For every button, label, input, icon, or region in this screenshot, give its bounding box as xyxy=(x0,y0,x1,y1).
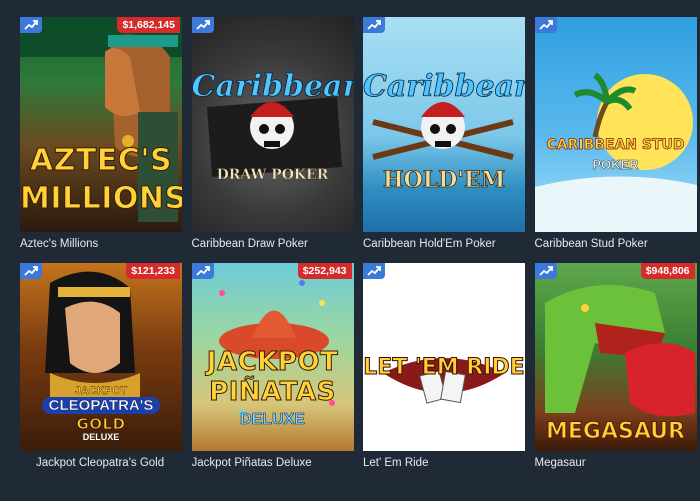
game-title[interactable]: Aztec's Millions xyxy=(20,238,182,250)
game-card-aztecs-millions[interactable]: $1,682,145 AZTEC'S MILLIONS Aztec's Mill… xyxy=(20,17,182,263)
game-card-jackpot-pinatas-deluxe[interactable]: $252,943 JACKPOT PIÑATAS DELUXE Jackpot … xyxy=(191,263,354,501)
game-thumbnail[interactable]: $121,233 JACKPOT CLEOPATRA'S GOLD DELUXE xyxy=(20,263,182,451)
jackpot-badge: $948,806 xyxy=(640,263,695,279)
game-card-megasaur[interactable]: $948,806 MEGASAUR Megasaur xyxy=(534,263,697,501)
art-title-line2: CLEOPATRA'S xyxy=(42,397,160,414)
game-card-caribbean-holdem-poker[interactable]: Caribbean HOLD'EM Caribbean Hold'Em Poke… xyxy=(363,17,525,263)
game-title[interactable]: Megasaur xyxy=(535,457,697,469)
art-title-line2: HOLD'EM xyxy=(382,167,506,194)
trending-up-icon xyxy=(534,263,557,279)
art-title-line1: CARIBBEAN STUD xyxy=(546,137,685,154)
game-thumbnail[interactable]: $252,943 JACKPOT PIÑATAS DELUXE xyxy=(191,263,354,451)
game-thumbnail[interactable]: $948,806 MEGASAUR xyxy=(534,263,697,451)
trending-up-icon xyxy=(191,17,214,33)
art-title-line3: GOLD xyxy=(76,415,126,434)
game-title[interactable]: Let' Em Ride xyxy=(363,457,525,469)
game-title[interactable]: Caribbean Stud Poker xyxy=(535,238,697,250)
art-title-line1: AZTEC'S xyxy=(29,143,173,178)
art-title-line4: DELUXE xyxy=(82,432,120,442)
art-title-line1: Caribbean xyxy=(191,69,354,105)
trending-up-icon xyxy=(191,263,214,279)
art-title-line1: MEGASAUR xyxy=(545,419,685,445)
trending-up-icon xyxy=(534,17,557,33)
jackpot-badge: $1,682,145 xyxy=(117,17,180,33)
game-card-let-em-ride[interactable]: LET 'EM RIDE Let' Em Ride xyxy=(363,263,525,501)
art-title-line1: Caribbean xyxy=(363,69,525,105)
art-title-line1: JACKPOT xyxy=(206,347,339,378)
game-title[interactable]: Jackpot Cleopatra's Gold xyxy=(20,457,182,469)
art-title-line1: JACKPOT xyxy=(74,385,128,397)
art-title-line3: DELUXE xyxy=(240,411,306,429)
pirate-skull-illustration xyxy=(206,97,342,177)
art-title-line2: MILLIONS xyxy=(20,181,182,216)
art-title-line2: POKER xyxy=(592,157,639,173)
game-card-jackpot-cleopatras-gold[interactable]: $121,233 JACKPOT CLEOPATRA'S GOLD DELUXE… xyxy=(20,263,182,501)
game-thumbnail[interactable]: Caribbean DRAW POKER xyxy=(191,17,354,232)
art-title-line2: PIÑATAS xyxy=(209,377,336,408)
game-thumbnail[interactable]: $1,682,145 AZTEC'S MILLIONS xyxy=(20,17,182,232)
game-thumbnail[interactable]: CARIBBEAN STUD POKER xyxy=(534,17,697,232)
game-thumbnail[interactable]: Caribbean HOLD'EM xyxy=(363,17,525,232)
game-card-caribbean-draw-poker[interactable]: Caribbean DRAW POKER Caribbean Draw Poke… xyxy=(191,17,354,263)
game-card-caribbean-stud-poker[interactable]: CARIBBEAN STUD POKER Caribbean Stud Poke… xyxy=(534,17,697,263)
game-title[interactable]: Jackpot Piñatas Deluxe xyxy=(192,457,354,469)
trending-up-icon xyxy=(20,17,42,33)
game-thumbnail[interactable]: LET 'EM RIDE xyxy=(363,263,525,451)
jackpot-badge: $121,233 xyxy=(126,263,180,279)
art-title-line1: LET 'EM RIDE xyxy=(363,355,525,381)
art-title-line2: DRAW POKER xyxy=(216,167,329,183)
pirate-skull-pistols-illustration xyxy=(372,102,514,160)
trending-up-icon xyxy=(20,263,42,279)
game-title[interactable]: Caribbean Draw Poker xyxy=(192,238,354,250)
game-grid: $1,682,145 AZTEC'S MILLIONS Aztec's Mill… xyxy=(20,17,697,501)
trending-up-icon xyxy=(363,17,385,33)
jackpot-badge: $252,943 xyxy=(297,263,352,279)
trending-up-icon xyxy=(363,263,385,279)
game-title[interactable]: Caribbean Hold'Em Poker xyxy=(363,238,525,250)
palm-sun-illustration xyxy=(534,72,697,232)
